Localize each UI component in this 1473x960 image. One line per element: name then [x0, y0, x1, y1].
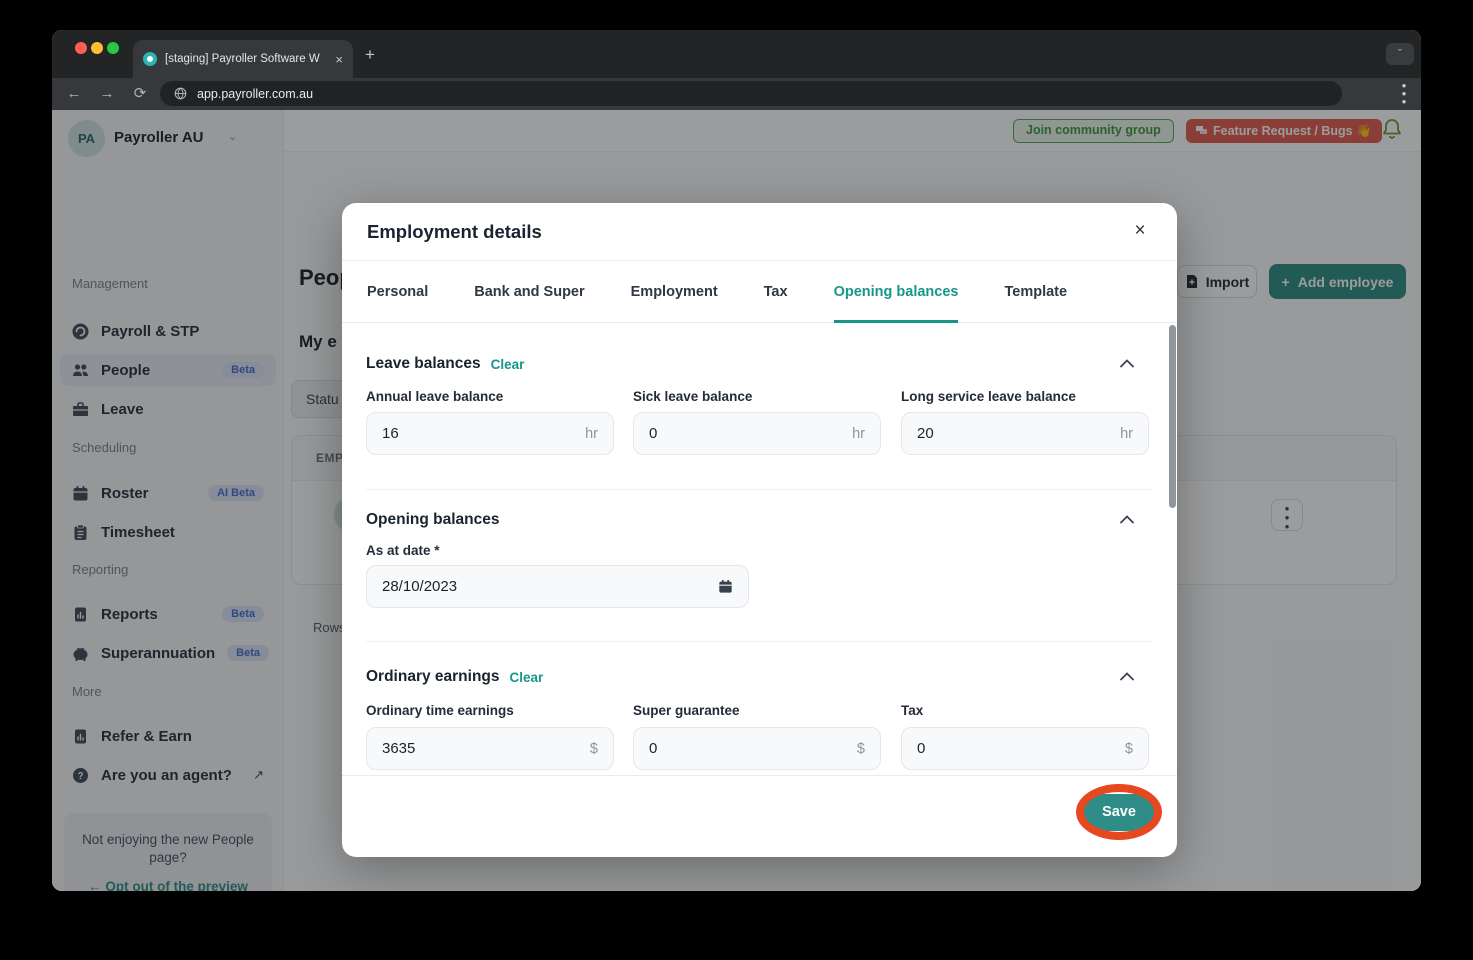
as-at-date-field	[366, 565, 749, 608]
browser-menu-button[interactable]: • • •	[1396, 79, 1412, 108]
modal-title: Employment details	[367, 221, 542, 242]
tab-tax[interactable]: Tax	[764, 261, 788, 323]
long-service-leave-input[interactable]	[917, 425, 1113, 442]
super-guarantee-input[interactable]	[649, 740, 849, 757]
tax-label: Tax	[901, 703, 924, 718]
modal-tabs: Personal Bank and Super Employment Tax O…	[342, 261, 1177, 323]
address-bar[interactable]: app.payroller.com.au	[160, 81, 1342, 106]
hr-suffix: hr	[852, 425, 865, 442]
favicon-icon	[143, 52, 157, 66]
leave-balances-section-header: Leave balances Clear	[366, 355, 524, 373]
opening-balances-title: Opening balances	[366, 511, 500, 528]
as-at-date-label: As at date *	[366, 543, 440, 558]
back-button[interactable]: ←	[62, 82, 86, 106]
opening-balances-section-header: Opening balances	[366, 511, 500, 529]
close-window-button[interactable]	[75, 42, 87, 54]
forward-button[interactable]: →	[95, 82, 119, 106]
sick-leave-label: Sick leave balance	[633, 389, 753, 404]
tab-template[interactable]: Template	[1004, 261, 1067, 323]
ordinary-time-earnings-label: Ordinary time earnings	[366, 703, 514, 718]
browser-toolbar: ← → ⟳ app.payroller.com.au • • •	[52, 78, 1421, 110]
modal-footer	[342, 775, 1177, 857]
as-at-date-input[interactable]	[382, 578, 710, 595]
tab-search-button[interactable]: ˇ	[1386, 43, 1414, 65]
section-divider	[366, 489, 1153, 490]
collapse-chevron-icon[interactable]	[1120, 672, 1134, 681]
browser-tab-strip: [staging] Payroller Software W × + ˇ	[52, 30, 1421, 78]
leave-balances-clear-link[interactable]: Clear	[491, 357, 525, 372]
tab-employment[interactable]: Employment	[631, 261, 718, 323]
browser-tab[interactable]: [staging] Payroller Software W ×	[133, 40, 353, 78]
tax-field: $	[901, 727, 1149, 770]
ordinary-time-earnings-input[interactable]	[382, 740, 582, 757]
long-service-leave-field: hr	[901, 412, 1149, 455]
modal-scrollbar[interactable]	[1169, 325, 1176, 508]
ordinary-earnings-section-header: Ordinary earnings Clear	[366, 668, 543, 686]
modal-header: Employment details ×	[342, 203, 1177, 261]
collapse-chevron-icon[interactable]	[1120, 359, 1134, 368]
dollar-suffix: $	[1124, 740, 1133, 757]
url-text: app.payroller.com.au	[197, 86, 314, 101]
reload-button[interactable]: ⟳	[128, 82, 152, 106]
dollar-suffix: $	[589, 740, 598, 757]
hr-suffix: hr	[1120, 425, 1133, 442]
super-guarantee-label: Super guarantee	[633, 703, 740, 718]
hr-suffix: hr	[585, 425, 598, 442]
employment-details-modal: Employment details × Personal Bank and S…	[342, 203, 1177, 857]
tab-opening-balances[interactable]: Opening balances	[833, 261, 959, 323]
tab-title: [staging] Payroller Software W	[165, 53, 320, 65]
new-tab-button[interactable]: +	[365, 46, 375, 63]
tab-close-icon[interactable]: ×	[335, 52, 343, 67]
calendar-icon[interactable]	[718, 579, 733, 594]
tax-input[interactable]	[917, 740, 1117, 757]
annual-leave-label: Annual leave balance	[366, 389, 504, 404]
minimize-window-button[interactable]	[91, 42, 103, 54]
collapse-chevron-icon[interactable]	[1120, 515, 1134, 524]
annotation-ellipse	[1076, 784, 1162, 840]
sick-leave-input[interactable]	[649, 425, 845, 442]
tab-bank-and-super[interactable]: Bank and Super	[474, 261, 584, 323]
long-service-leave-label: Long service leave balance	[901, 389, 1076, 404]
site-info-icon[interactable]	[174, 87, 187, 100]
sick-leave-field: hr	[633, 412, 881, 455]
super-guarantee-field: $	[633, 727, 881, 770]
ordinary-time-earnings-field: $	[366, 727, 614, 770]
ordinary-earnings-clear-link[interactable]: Clear	[510, 670, 544, 685]
modal-close-icon[interactable]: ×	[1128, 220, 1152, 242]
section-divider	[366, 641, 1153, 642]
annual-leave-field: hr	[366, 412, 614, 455]
tab-personal[interactable]: Personal	[367, 261, 428, 323]
annual-leave-input[interactable]	[382, 425, 578, 442]
ordinary-earnings-title: Ordinary earnings	[366, 668, 500, 685]
maximize-window-button[interactable]	[107, 42, 119, 54]
browser-window: [staging] Payroller Software W × + ˇ ← →…	[52, 30, 1421, 891]
leave-balances-title: Leave balances	[366, 355, 481, 372]
dollar-suffix: $	[856, 740, 865, 757]
